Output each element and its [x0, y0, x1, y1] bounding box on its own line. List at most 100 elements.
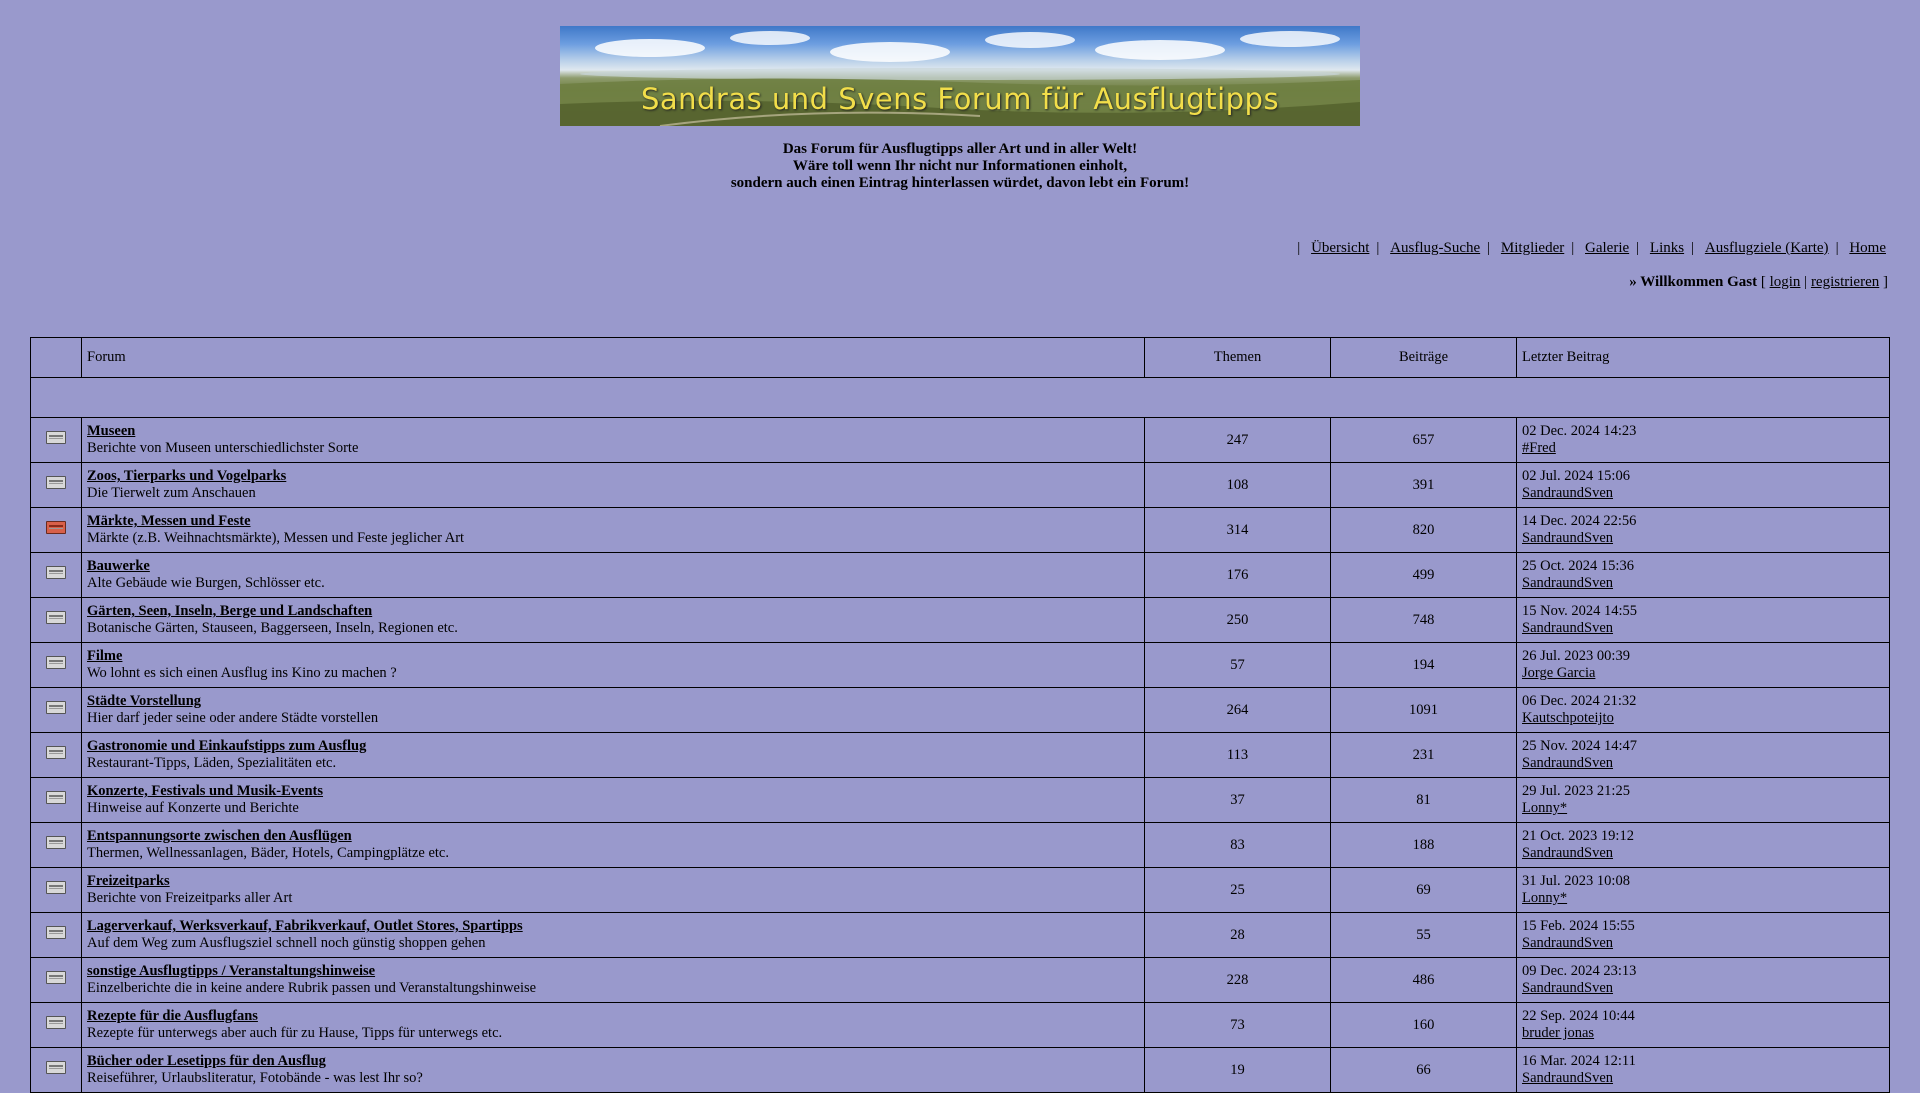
forum-title-link[interactable]: Museen — [87, 423, 135, 439]
forum-row: Städte Vorstellung Hier darf jeder seine … — [30, 687, 1890, 733]
last-post-user-link[interactable]: #Fred — [1522, 440, 1556, 456]
forum-title-link[interactable]: Lagerverkauf, Werksverkauf, Fabrikverkau… — [87, 918, 523, 934]
forum-title-link[interactable]: Märkte, Messen und Feste — [87, 513, 251, 529]
forum-title-link[interactable]: Bauwerke — [87, 558, 150, 574]
nav-overview-link[interactable]: Übersicht — [1311, 240, 1369, 256]
category-spacer-cell — [30, 377, 1890, 418]
last-post-cell: 15 Feb. 2024 15:55 SandraundSven — [1516, 912, 1890, 958]
forum-topic-count: 250 — [1144, 597, 1331, 643]
last-post-user-link[interactable]: bruder jonas — [1522, 1025, 1594, 1041]
folder-icon — [46, 611, 66, 624]
forum-description: Hier darf jeder seine oder andere Städte… — [87, 710, 379, 726]
forum-description: Auf dem Weg zum Ausflugsziel schnell noc… — [87, 935, 486, 951]
last-post-user-link[interactable]: SandraundSven — [1522, 485, 1613, 501]
forum-title-link[interactable]: Gärten, Seen, Inseln, Berge und Landscha… — [87, 603, 372, 619]
forum-title-link[interactable]: Konzerte, Festivals und Musik-Events — [87, 783, 323, 799]
last-post-user-link[interactable]: SandraundSven — [1522, 1070, 1613, 1086]
forum-icon-cell — [30, 507, 82, 553]
folder-icon — [46, 701, 66, 714]
last-post-date: 09 Dec. 2024 23:13 — [1522, 963, 1637, 979]
nav-links-link[interactable]: Links — [1650, 240, 1684, 256]
forum-post-count: 81 — [1330, 777, 1517, 823]
last-post-user-link[interactable]: Lonny* — [1522, 890, 1567, 906]
welcome-bar: » Willkommen Gast [ login | registrieren… — [1629, 274, 1888, 291]
forum-post-count: 69 — [1330, 867, 1517, 913]
forum-topic-count: 37 — [1144, 777, 1331, 823]
forum-topic-count: 176 — [1144, 552, 1331, 598]
forum-title-link[interactable]: Städte Vorstellung — [87, 693, 201, 709]
forum-topic-count: 113 — [1144, 732, 1331, 778]
last-post-user-link[interactable]: SandraundSven — [1522, 755, 1613, 771]
forum-topic-count: 108 — [1144, 462, 1331, 508]
last-post-date: 06 Dec. 2024 21:32 — [1522, 693, 1637, 709]
last-post-cell: 31 Jul. 2023 10:08 Lonny* — [1516, 867, 1890, 913]
forum-title-link[interactable]: Gastronomie und Einkaufstipps zum Ausflu… — [87, 738, 366, 754]
last-post-cell: 02 Dec. 2024 14:23 #Fred — [1516, 417, 1890, 463]
last-post-cell: 16 Mar. 2024 12:11 SandraundSven — [1516, 1047, 1890, 1093]
forum-description: Restaurant-Tipps, Läden, Spezialitäten e… — [87, 755, 337, 771]
last-post-cell: 22 Sep. 2024 10:44 bruder jonas — [1516, 1002, 1890, 1048]
forum-title-link[interactable]: Entspannungsorte zwischen den Ausflügen — [87, 828, 352, 844]
forum-icon-cell — [30, 732, 82, 778]
last-post-user-link[interactable]: Jorge Garcia — [1522, 665, 1595, 681]
forum-row: Lagerverkauf, Werksverkauf, Fabrikverkau… — [30, 912, 1890, 958]
folder-icon — [46, 791, 66, 804]
forum-row: Konzerte, Festivals und Musik-Events Hinw… — [30, 777, 1890, 823]
last-post-user-link[interactable]: SandraundSven — [1522, 530, 1613, 546]
register-link[interactable]: registrieren — [1811, 274, 1879, 290]
last-post-user-link[interactable]: SandraundSven — [1522, 575, 1613, 591]
forum-title-link[interactable]: Zoos, Tierparks und Vogelparks — [87, 468, 286, 484]
forum-row: Entspannungsorte zwischen den Ausflügen T… — [30, 822, 1890, 868]
nav-search-link[interactable]: Ausflug-Suche — [1390, 240, 1480, 256]
forum-info-cell: Städte Vorstellung Hier darf jeder seine … — [81, 687, 1145, 733]
forum-info-cell: Zoos, Tierparks und Vogelparks Die Tierwe… — [81, 462, 1145, 508]
forum-icon-cell — [30, 642, 82, 688]
forum-icon-cell — [30, 1002, 82, 1048]
forum-info-cell: Konzerte, Festivals und Musik-Events Hinw… — [81, 777, 1145, 823]
last-post-cell: 15 Nov. 2024 14:55 SandraundSven — [1516, 597, 1890, 643]
forum-title-link[interactable]: sonstige Ausflugtipps / Veranstaltungshi… — [87, 963, 375, 979]
forum-topic-count: 57 — [1144, 642, 1331, 688]
header-forum: Forum — [81, 337, 1145, 378]
login-link[interactable]: login — [1770, 274, 1801, 290]
last-post-date: 16 Mar. 2024 12:11 — [1522, 1053, 1636, 1069]
forum-info-cell: Gastronomie und Einkaufstipps zum Ausflu… — [81, 732, 1145, 778]
forum-post-count: 188 — [1330, 822, 1517, 868]
nav-map-link[interactable]: Ausflugziele (Karte) — [1705, 240, 1829, 256]
forum-description: Märkte (z.B. Weihnachtsmärkte), Messen u… — [87, 530, 465, 546]
last-post-user-link[interactable]: SandraundSven — [1522, 980, 1613, 996]
last-post-user-link[interactable]: SandraundSven — [1522, 845, 1613, 861]
forum-row: Bücher oder Lesetipps für den Ausflug Rei… — [30, 1047, 1890, 1093]
last-post-user-link[interactable]: Lonny* — [1522, 800, 1567, 816]
intro-line: sondern auch einen Eintrag hinterlassen … — [730, 175, 1190, 191]
forum-title-link[interactable]: Bücher oder Lesetipps für den Ausflug — [87, 1053, 326, 1069]
forum-description: Die Tierwelt zum Anschauen — [87, 485, 256, 501]
nav-members-link[interactable]: Mitglieder — [1501, 240, 1564, 256]
forum-row: Märkte, Messen und Feste Märkte (z.B. Wei… — [30, 507, 1890, 553]
forum-post-count: 820 — [1330, 507, 1517, 553]
forum-icon-cell — [30, 777, 82, 823]
folder-icon — [46, 926, 66, 939]
last-post-cell: 06 Dec. 2024 21:32 Kautschpoteijto — [1516, 687, 1890, 733]
header-posts: Beiträge — [1330, 337, 1517, 378]
forum-title-link[interactable]: Rezepte für die Ausflugfans — [87, 1008, 258, 1024]
last-post-user-link[interactable]: SandraundSven — [1522, 935, 1613, 951]
forum-icon-cell — [30, 417, 82, 463]
forum-row: sonstige Ausflugtipps / Veranstaltungshi… — [30, 957, 1890, 1003]
last-post-date: 25 Nov. 2024 14:47 — [1522, 738, 1638, 754]
last-post-user-link[interactable]: Kautschpoteijto — [1522, 710, 1614, 726]
forum-row: Filme Wo lohnt es sich einen Ausflug ins … — [30, 642, 1890, 688]
bracket-close: ] — [1883, 274, 1888, 290]
forum-info-cell: Bücher oder Lesetipps für den Ausflug Rei… — [81, 1047, 1145, 1093]
forum-banner: Sandras und Svens Forum für Ausflugtipps — [560, 26, 1360, 126]
welcome-text: » Willkommen Gast — [1629, 274, 1758, 290]
forum-title-link[interactable]: Filme — [87, 648, 122, 664]
forum-icon-cell — [30, 912, 82, 958]
forum-info-cell: Rezepte für die Ausflugfans Rezepte für u… — [81, 1002, 1145, 1048]
nav-home-link[interactable]: Home — [1849, 240, 1886, 256]
last-post-user-link[interactable]: SandraundSven — [1522, 620, 1613, 636]
forum-row: Rezepte für die Ausflugfans Rezepte für u… — [30, 1002, 1890, 1048]
nav-gallery-link[interactable]: Galerie — [1585, 240, 1629, 256]
forum-title-link[interactable]: Freizeitparks — [87, 873, 170, 889]
header-last-post: Letzter Beitrag — [1516, 337, 1890, 378]
